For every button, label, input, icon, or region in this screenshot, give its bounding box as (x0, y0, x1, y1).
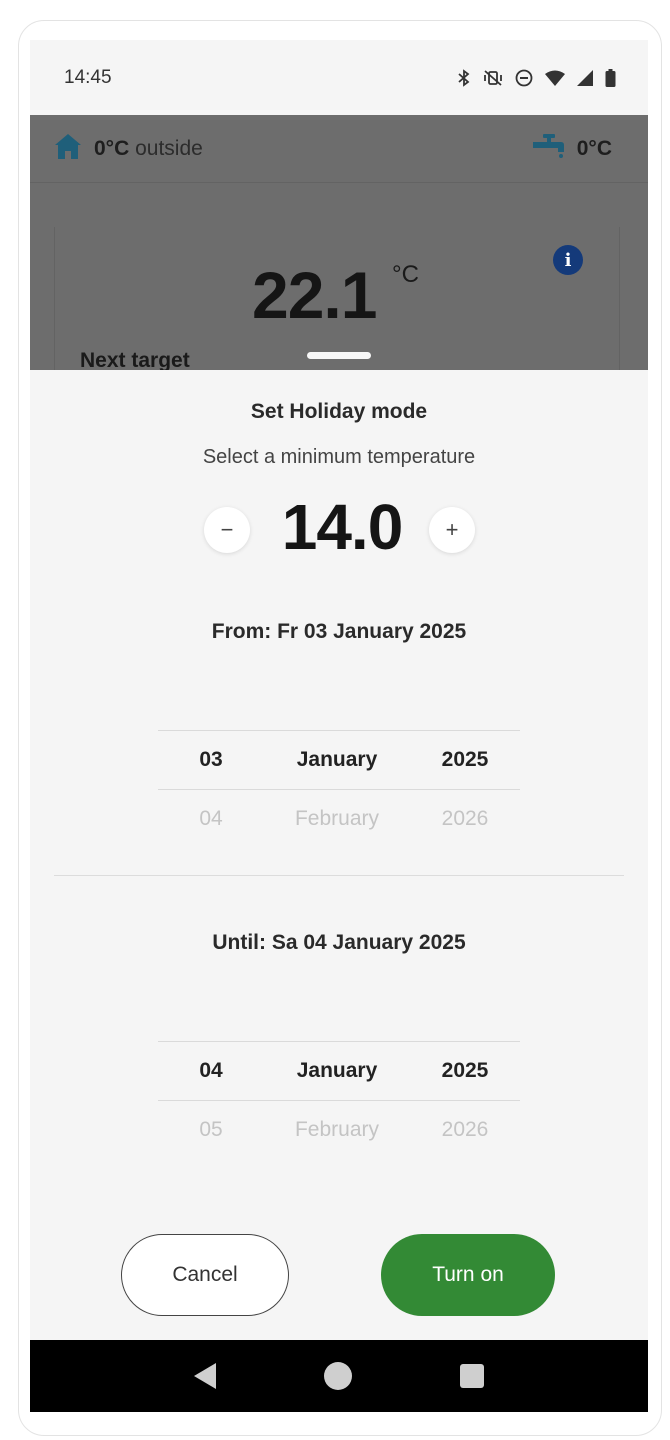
from-year-next[interactable]: 2026 (410, 807, 520, 831)
outside-label: outside (135, 136, 203, 160)
decrease-temperature-button[interactable]: − (204, 507, 250, 553)
from-date-picker[interactable]: 03 January 2025 04 February 2026 (158, 730, 520, 848)
until-month-selected[interactable]: January (264, 1059, 410, 1083)
cancel-button[interactable]: Cancel (121, 1234, 289, 1316)
minimum-temperature-value: 14.0 (281, 491, 404, 563)
navigation-bar (30, 1340, 648, 1412)
from-month-next[interactable]: February (264, 807, 410, 831)
outside-info-row: 0°C outside 0°C (30, 115, 648, 183)
do-not-disturb-icon (515, 69, 533, 87)
sheet-drag-handle[interactable] (307, 352, 371, 359)
sheet-subtitle: Select a minimum temperature (202, 446, 476, 468)
until-year-selected[interactable]: 2025 (410, 1059, 520, 1083)
until-day-selected[interactable]: 04 (158, 1059, 264, 1083)
turn-on-button[interactable]: Turn on (381, 1234, 555, 1316)
from-day-selected[interactable]: 03 (158, 748, 264, 772)
water-temperature: 0°C (531, 132, 612, 165)
back-icon[interactable] (194, 1363, 216, 1389)
holiday-mode-bottom-sheet: Set Holiday mode Select a minimum temper… (30, 352, 648, 1340)
current-temperature: 22.1 (252, 258, 377, 332)
tap-icon (531, 132, 565, 165)
phone-screen: 14:45 0°C outside 0°C 22.1 °C i Next tar… (30, 40, 648, 1412)
next-target-label: Next target (80, 349, 190, 370)
section-divider (54, 875, 624, 876)
until-year-next[interactable]: 2026 (410, 1118, 520, 1142)
picker-selected-row[interactable]: 04 January 2025 (158, 1042, 520, 1100)
until-date-picker[interactable]: 04 January 2025 05 February 2026 (158, 1041, 520, 1159)
wifi-icon (545, 70, 565, 86)
bluetooth-icon (457, 68, 471, 87)
until-day-next[interactable]: 05 (158, 1118, 264, 1142)
outside-temp-value: 0°C (94, 136, 130, 160)
home-icon[interactable] (324, 1362, 352, 1390)
info-icon[interactable]: i (553, 245, 583, 275)
house-icon (54, 132, 82, 165)
status-time: 14:45 (64, 66, 112, 88)
from-year-selected[interactable]: 2025 (410, 748, 520, 772)
sheet-title: Set Holiday mode (250, 400, 428, 423)
background-app-dimmed: 0°C outside 0°C 22.1 °C i Next target (30, 115, 648, 370)
mute-vibrate-icon (483, 69, 503, 87)
until-month-next[interactable]: February (264, 1118, 410, 1142)
from-date-label: From: Fr 03 January 2025 (211, 620, 467, 643)
picker-next-row[interactable]: 05 February 2026 (158, 1101, 520, 1159)
outside-temperature: 0°C outside (54, 132, 203, 165)
battery-icon (605, 68, 616, 87)
picker-selected-row[interactable]: 03 January 2025 (158, 731, 520, 789)
water-temp-value: 0°C (576, 136, 612, 160)
recents-icon[interactable] (460, 1364, 484, 1388)
cell-signal-icon (577, 69, 593, 86)
status-bar: 14:45 (30, 40, 648, 115)
status-icons (457, 68, 616, 87)
increase-temperature-button[interactable]: + (429, 507, 475, 553)
from-month-selected[interactable]: January (264, 748, 410, 772)
picker-next-row[interactable]: 04 February 2026 (158, 790, 520, 848)
current-temperature-unit: °C (392, 261, 419, 288)
from-day-next[interactable]: 04 (158, 807, 264, 831)
until-date-label: Until: Sa 04 January 2025 (212, 931, 466, 954)
